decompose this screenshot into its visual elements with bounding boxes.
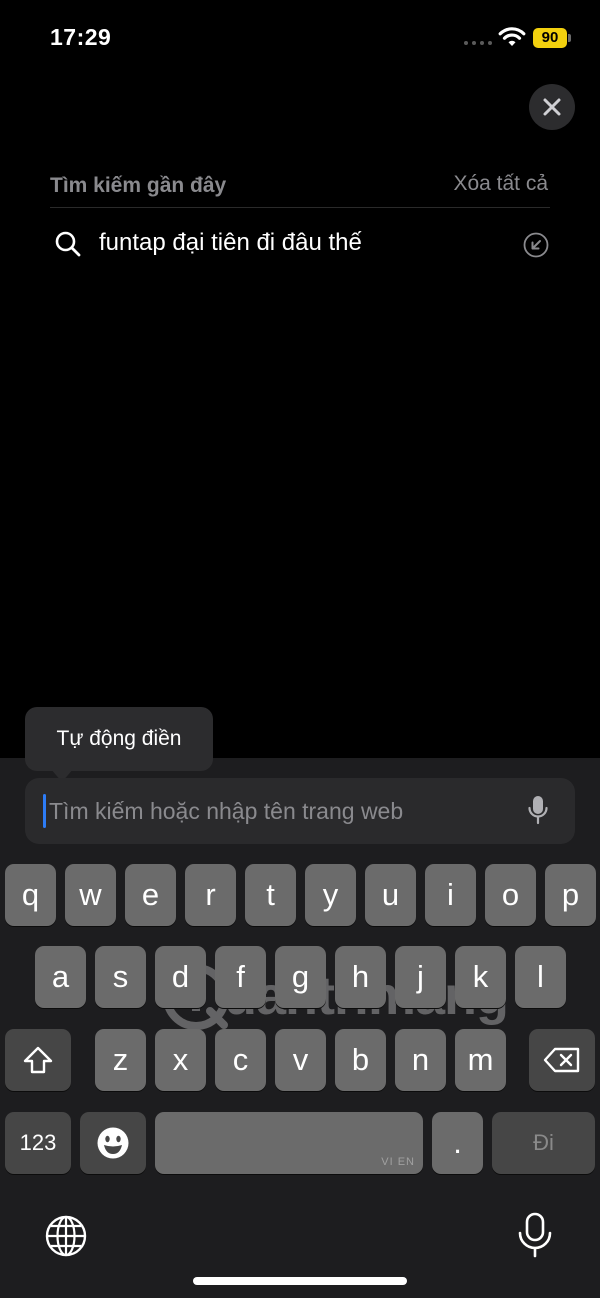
cellular-signal-icon (464, 41, 492, 45)
key-h[interactable]: h (335, 946, 386, 1008)
emoji-icon (97, 1127, 129, 1159)
key-t[interactable]: t (245, 864, 296, 926)
arrow-up-left-icon[interactable] (523, 232, 549, 258)
key-a[interactable]: a (35, 946, 86, 1008)
key-u[interactable]: u (365, 864, 416, 926)
home-indicator[interactable] (193, 1277, 407, 1285)
space-key[interactable]: VI EN (155, 1112, 423, 1174)
key-g[interactable]: g (275, 946, 326, 1008)
delete-key[interactable] (529, 1029, 595, 1091)
clear-all-button[interactable]: Xóa tất cả (453, 172, 548, 196)
search-icon (55, 231, 81, 257)
backspace-icon (543, 1047, 580, 1073)
wifi-icon (498, 27, 526, 46)
dictation-microphone-icon[interactable] (516, 1211, 554, 1259)
status-time: 17:29 (50, 24, 112, 50)
search-input[interactable] (49, 788, 519, 834)
period-key[interactable]: . (432, 1112, 483, 1174)
key-n[interactable]: n (395, 1029, 446, 1091)
key-j[interactable]: j (395, 946, 446, 1008)
key-m[interactable]: m (455, 1029, 506, 1091)
battery-indicator: 90 (533, 28, 571, 48)
key-f[interactable]: f (215, 946, 266, 1008)
key-z[interactable]: z (95, 1029, 146, 1091)
shift-key[interactable] (5, 1029, 71, 1091)
battery-level: 90 (533, 28, 567, 48)
status-bar: 17:29 90 (0, 0, 600, 76)
key-b[interactable]: b (335, 1029, 386, 1091)
shift-icon (23, 1046, 53, 1074)
key-o[interactable]: o (485, 864, 536, 926)
key-w[interactable]: w (65, 864, 116, 926)
key-l[interactable]: l (515, 946, 566, 1008)
key-k[interactable]: k (455, 946, 506, 1008)
key-i[interactable]: i (425, 864, 476, 926)
key-v[interactable]: v (275, 1029, 326, 1091)
key-e[interactable]: e (125, 864, 176, 926)
recent-searches-header: Tìm kiếm gần đây Xóa tất cả (50, 170, 550, 208)
key-y[interactable]: y (305, 864, 356, 926)
recent-search-text: funtap đại tiên đi đâu thế (99, 229, 362, 256)
close-button[interactable] (529, 84, 575, 130)
go-key[interactable]: Đi (492, 1112, 595, 1174)
autofill-button[interactable]: Tự động điền (25, 707, 213, 771)
close-icon (543, 98, 561, 116)
microphone-icon[interactable] (527, 794, 549, 826)
recent-search-item[interactable]: funtap đại tiên đi đâu thế (50, 222, 550, 268)
text-cursor (43, 794, 46, 828)
address-search-bar[interactable] (25, 778, 575, 844)
key-c[interactable]: c (215, 1029, 266, 1091)
key-x[interactable]: x (155, 1029, 206, 1091)
recent-searches-title: Tìm kiếm gần đây (50, 174, 227, 197)
key-q[interactable]: q (5, 864, 56, 926)
emoji-key[interactable] (80, 1112, 146, 1174)
key-p[interactable]: p (545, 864, 596, 926)
key-s[interactable]: s (95, 946, 146, 1008)
numbers-key[interactable]: 123 (5, 1112, 71, 1174)
key-r[interactable]: r (185, 864, 236, 926)
globe-icon[interactable] (44, 1214, 88, 1258)
keyboard-language-label: VI EN (381, 1156, 415, 1168)
key-d[interactable]: d (155, 946, 206, 1008)
